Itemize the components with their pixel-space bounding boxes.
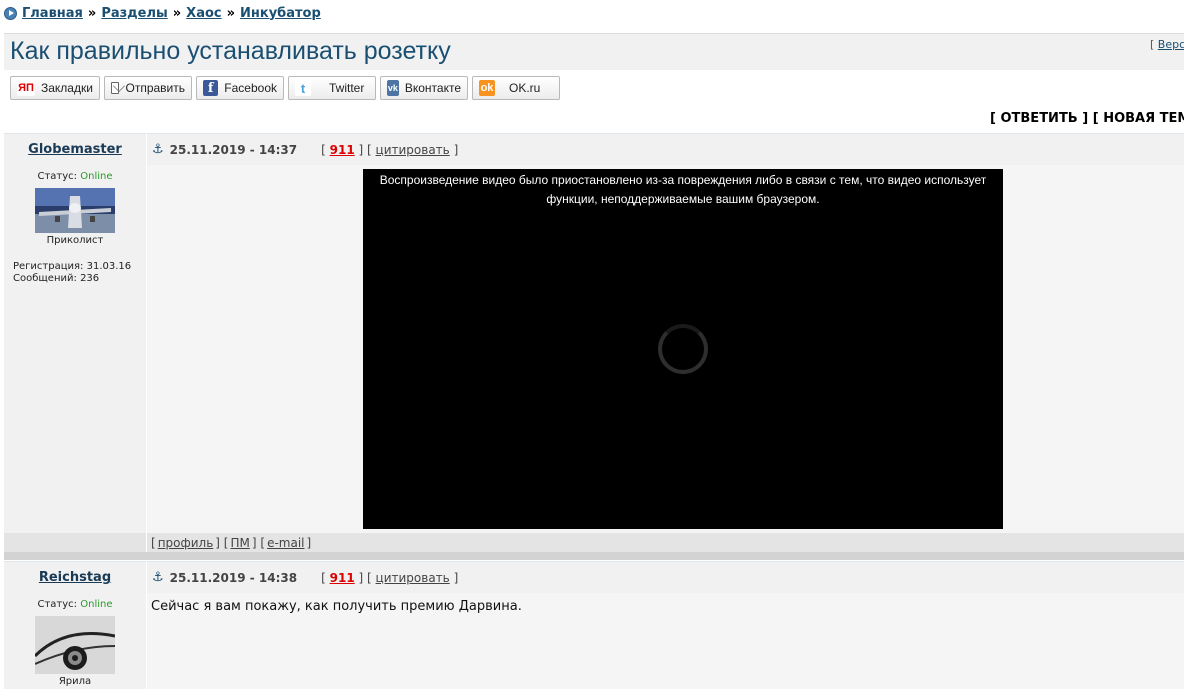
breadcrumb-sections[interactable]: Разделы <box>101 6 167 21</box>
breadcrumb-incubator[interactable]: Инкубатор <box>240 6 321 21</box>
post-author-link[interactable]: Reichstag <box>39 570 111 585</box>
bracket: ] <box>453 142 459 157</box>
bracket: ] [ <box>215 535 229 550</box>
page-title: Как правильно устанавливать розетку <box>10 37 451 65</box>
online-badge: Online <box>80 171 113 182</box>
share-bar: ЯП Закладки Отправить f Facebook t Twitt… <box>10 76 560 100</box>
messages-label: Сообщений: <box>13 273 77 284</box>
breadcrumb-separator: » <box>226 5 236 21</box>
vk-icon: vk <box>387 80 399 96</box>
bracket: ] <box>453 570 459 585</box>
post-meta: [ 911 ] [ цитировать ] <box>321 143 458 157</box>
bracket: ] [ <box>358 142 372 157</box>
anchor-icon[interactable]: ⚓ <box>152 142 164 157</box>
topic-actions: [ ОТВЕТИТЬ ] [ НОВАЯ ТЕМА <box>990 111 1184 126</box>
vkontakte-button[interactable]: vk Вконтакте <box>380 76 468 100</box>
pm-link[interactable]: ПМ <box>230 536 249 550</box>
status-label: Статус: <box>37 599 78 610</box>
bracket: [ <box>321 142 326 157</box>
post-date: 25.11.2019 - 14:38 <box>169 570 298 585</box>
video-error-message: Воспроизведение видео было приостановлен… <box>379 173 987 206</box>
online-badge: Online <box>80 599 113 610</box>
quote-link[interactable]: цитировать <box>376 143 450 157</box>
author-rank: Ярила <box>58 676 92 687</box>
twitter-button[interactable]: t Twitter <box>288 76 376 100</box>
post-author-cell: Globemaster <box>4 133 146 165</box>
breadcrumb-separator: » <box>87 5 97 21</box>
status-label: Статус: <box>37 171 78 182</box>
post-author-link[interactable]: Globemaster <box>28 142 122 157</box>
registration-date: 31.03.16 <box>86 261 132 272</box>
post-header: ⚓ 25.11.2019 - 14:37 [ 911 ] [ цитироват… <box>146 133 1184 165</box>
facebook-icon: f <box>203 80 219 96</box>
new-topic-button[interactable]: НОВАЯ ТЕМА <box>1103 111 1184 126</box>
post-meta: [ 911 ] [ цитировать ] <box>321 571 458 585</box>
bracket: [ <box>990 111 996 126</box>
post-body: Сейчас я вам покажу, как получить премию… <box>146 593 1184 689</box>
post-footer-left <box>4 533 146 552</box>
twitter-icon: t <box>295 80 311 96</box>
bracket: ] <box>306 535 312 550</box>
bracket: ] [ <box>1082 111 1099 126</box>
post-number-link[interactable]: 911 <box>330 571 355 585</box>
quote-link[interactable]: цитировать <box>376 571 450 585</box>
yap-logo-icon: ЯП <box>17 80 35 96</box>
facebook-button[interactable]: f Facebook <box>196 76 284 100</box>
post-header: ⚓ 25.11.2019 - 14:38 [ 911 ] [ цитироват… <box>146 561 1184 593</box>
breadcrumb-separator: » <box>172 5 182 21</box>
bracket: ] [ <box>251 535 266 550</box>
bracket: [ <box>151 535 156 550</box>
author-status: Статус: Online <box>4 599 146 610</box>
odnoklassniki-icon: ok <box>479 80 495 96</box>
post-author-sidebar: Статус: Online Приколист Регистрация: 31… <box>4 165 146 533</box>
bookmarks-label: Закладки <box>41 81 93 95</box>
loading-spinner-icon <box>658 324 708 374</box>
avatar[interactable] <box>35 616 115 674</box>
post-date: 25.11.2019 - 14:37 <box>169 142 298 157</box>
version-switch: [ Верс <box>1150 38 1184 51</box>
okru-label: OK.ru <box>509 81 541 95</box>
post-divider <box>4 552 1184 560</box>
twitter-label: Twitter <box>329 81 365 95</box>
breadcrumb-chaos[interactable]: Хаос <box>186 6 221 21</box>
author-info: Регистрация: 31.03.16 Сообщений: 236 <box>13 261 146 285</box>
post-number-link[interactable]: 911 <box>330 143 355 157</box>
email-link[interactable]: e-mail <box>267 536 304 550</box>
facebook-label: Facebook <box>224 81 277 95</box>
version-link[interactable]: Верс <box>1158 38 1184 51</box>
bookmarks-button[interactable]: ЯП Закладки <box>10 76 100 100</box>
avatar[interactable] <box>35 188 115 233</box>
messages-count: 236 <box>80 273 100 284</box>
version-bracket: [ <box>1150 38 1155 51</box>
bracket: ] [ <box>358 570 372 585</box>
send-button[interactable]: Отправить <box>104 76 192 100</box>
post-text: Сейчас я вам покажу, как получить премию… <box>151 599 522 614</box>
okru-button[interactable]: ok OK.ru <box>472 76 560 100</box>
envelope-icon <box>111 82 120 94</box>
anchor-icon[interactable]: ⚓ <box>152 570 164 585</box>
author-rank: Приколист <box>46 235 104 246</box>
post-author-sidebar: Статус: Online Ярила <box>4 593 146 689</box>
breadcrumb-home[interactable]: Главная <box>22 6 83 21</box>
video-player[interactable]: Воспроизведение видео было приостановлен… <box>363 169 1003 529</box>
send-label: Отправить <box>125 81 185 95</box>
forum-home-icon[interactable] <box>4 6 17 20</box>
bracket: [ <box>321 570 326 585</box>
author-status: Статус: Online <box>4 171 146 182</box>
post-body: Воспроизведение видео было приостановлен… <box>146 165 1184 533</box>
registration-label: Регистрация: <box>13 261 84 272</box>
post-author-cell: Reichstag <box>4 561 146 593</box>
reply-button[interactable]: ОТВЕТИТЬ <box>1000 111 1077 126</box>
profile-link[interactable]: профиль <box>158 536 214 550</box>
vkontakte-label: Вконтакте <box>404 81 461 95</box>
breadcrumb: Главная » Разделы » Хаос » Инкубатор <box>4 4 321 22</box>
post-footer: [ профиль ] [ ПМ ] [ e-mail ] <box>146 533 1184 552</box>
topic-title-bar: Как правильно устанавливать розетку [ Ве… <box>4 33 1184 70</box>
